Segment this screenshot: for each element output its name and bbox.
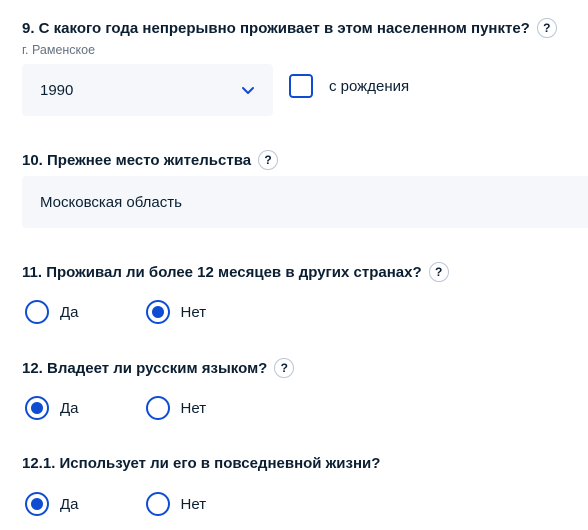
radio-button[interactable] (25, 492, 49, 516)
question-9-help-icon[interactable]: ? (536, 18, 557, 38)
radio-button[interactable] (25, 300, 49, 324)
question-10-title: 10. Прежнее место жительства ? (22, 150, 279, 170)
radio-label: Да (60, 303, 79, 321)
radio-button[interactable] (145, 300, 170, 324)
radio-button[interactable] (25, 396, 49, 420)
year-select-value: 1990 (40, 81, 74, 99)
previous-residence-input[interactable]: Московская область (22, 176, 588, 228)
question-11-label: 11. Проживал ли более 12 месяцев в други… (22, 263, 422, 281)
question-9-hint: г. Раменское (22, 43, 96, 57)
question-10-label: 10. Прежнее место жительства (22, 151, 252, 169)
radio-button[interactable] (145, 396, 170, 420)
radio-label: Нет (180, 495, 207, 513)
year-select[interactable]: 1990 (22, 64, 273, 116)
since-birth-checkbox-option[interactable]: с рождения (289, 74, 409, 98)
radio-label: Да (60, 399, 79, 417)
since-birth-label: с рождения (329, 77, 410, 95)
radio-label: Да (60, 495, 79, 513)
question-12-option-no[interactable]: Нет (145, 396, 207, 420)
radio-button[interactable] (145, 492, 170, 516)
question-11-option-no[interactable]: Нет (145, 300, 207, 324)
question-12-option-yes[interactable]: Да (25, 396, 79, 420)
question-12-title: 12. Владеет ли русским языком? ? (22, 358, 295, 378)
question-11-option-yes[interactable]: Да (25, 300, 79, 324)
question-12-1-radio-group: Да Нет (25, 492, 233, 516)
radio-label: Нет (180, 303, 207, 321)
question-11-radio-group: Да Нет (25, 300, 233, 324)
question-12-radio-group: Да Нет (25, 396, 233, 420)
question-12-1-title: 12.1. Использует ли его в повседневной ж… (22, 455, 380, 472)
since-birth-checkbox[interactable] (289, 74, 313, 98)
question-11-title: 11. Проживал ли более 12 месяцев в други… (22, 262, 449, 282)
question-10-help-icon[interactable]: ? (258, 150, 279, 170)
question-12-label: 12. Владеет ли русским языком? (22, 359, 268, 377)
radio-label: Нет (180, 399, 207, 417)
question-12-1-option-no[interactable]: Нет (145, 492, 207, 516)
question-12-help-icon[interactable]: ? (274, 358, 295, 378)
question-12-1-option-yes[interactable]: Да (25, 492, 79, 516)
question-9-title: 9. С какого года непрерывно проживает в … (22, 18, 557, 38)
chevron-down-icon (242, 87, 254, 94)
previous-residence-value: Московская область (40, 193, 182, 211)
question-11-help-icon[interactable]: ? (428, 262, 449, 282)
question-9-label: 9. С какого года непрерывно проживает в … (22, 19, 530, 37)
question-12-1-label: 12.1. Использует ли его в повседневной ж… (22, 455, 381, 472)
